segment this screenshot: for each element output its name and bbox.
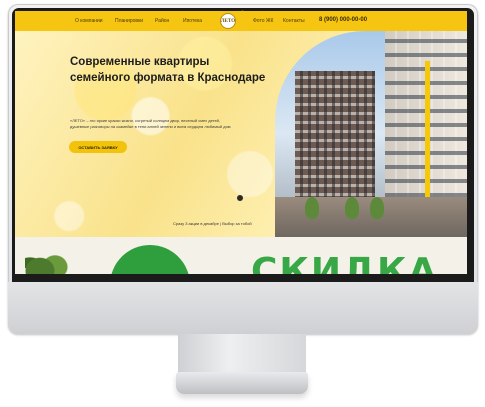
nav-item-mortgage[interactable]: Ипотека <box>183 18 202 24</box>
promo-text[interactable]: Сразу 3 акции в декабре | Выбор за тобой <box>173 221 252 226</box>
tree <box>345 197 359 219</box>
green-circle-decoration <box>110 245 190 274</box>
nav-item-contacts[interactable]: Контакты <box>283 18 305 24</box>
tree <box>305 197 319 219</box>
top-navbar: О компании Планировки Район Ипотека ЛЕТО… <box>15 11 467 31</box>
website-screen: О компании Планировки Район Ипотека ЛЕТО… <box>15 11 467 274</box>
nav-item-layouts[interactable]: Планировки <box>115 18 143 24</box>
leave-request-button[interactable]: ОСТАВИТЬ ЗАЯВКУ <box>69 141 127 153</box>
hero-headline: Современные квартиры семейного формата в… <box>70 56 266 84</box>
discount-heading: СКИДКА <box>251 251 439 274</box>
building-left-windows <box>295 71 375 211</box>
scroll-indicator-icon <box>237 195 243 201</box>
monitor-chin <box>8 282 478 334</box>
building-photo <box>275 31 467 237</box>
hero-description: «ЛЕТО» – это яркие краски жизни, согреты… <box>70 118 231 129</box>
palm-leaves <box>25 239 75 274</box>
logo[interactable]: ЛЕТО <box>220 13 236 29</box>
phone-number[interactable]: 8 (900) 000-00-00 <box>319 17 367 23</box>
nav-item-photos[interactable]: Фото ЖК <box>253 18 273 24</box>
tree <box>370 197 384 219</box>
nav-item-company[interactable]: О компании <box>75 18 103 24</box>
monitor-stand-base <box>176 372 308 394</box>
monitor-stand <box>178 334 306 374</box>
nav-item-district[interactable]: Район <box>155 18 169 24</box>
promo-section: СКИДКА <box>15 237 467 274</box>
